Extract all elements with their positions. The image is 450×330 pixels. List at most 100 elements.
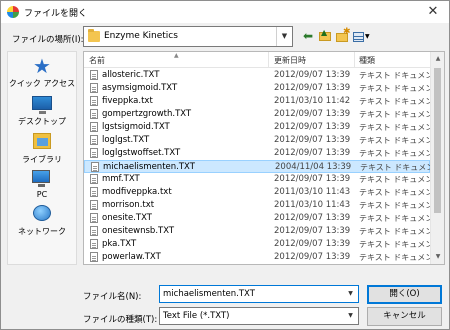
file-type: テキスト ドキュメント (359, 84, 442, 93)
sidebar-item-pc[interactable]: PC (8, 168, 76, 202)
text-file-icon (90, 96, 98, 106)
close-icon[interactable]: ✕ (425, 4, 441, 20)
file-row[interactable]: allosteric.TXT 2012/09/07 13:39 テキスト ドキュメン… (84, 69, 441, 82)
open-file-dialog: ファイルを開く ✕ ファイルの場所(I): Enzyme Kinetics ▼ … (0, 0, 450, 330)
sidebar-item-label: デスクトップ (18, 117, 66, 126)
cancel-button[interactable]: キャンセル (367, 307, 442, 326)
file-row[interactable]: modfiveppka.txt 2011/03/10 11:43 テキスト ドキュメ… (84, 186, 441, 199)
column-divider[interactable] (354, 52, 355, 68)
file-date: 2012/09/07 13:39 (274, 109, 351, 119)
sidebar-item-label: クイック アクセス (8, 79, 76, 88)
file-name: lgstsigmoid.TXT (102, 122, 170, 132)
file-date: 2012/09/07 13:39 (274, 148, 351, 158)
sort-ascending-icon: ▲ (174, 52, 179, 59)
desktop-icon (32, 96, 52, 114)
window-title: ファイルを開く (24, 9, 88, 19)
column-divider[interactable] (268, 52, 269, 68)
file-name: asymsigmoid.TXT (102, 83, 178, 93)
column-header-date[interactable]: 更新日時 (274, 55, 306, 66)
text-file-icon (90, 213, 98, 223)
file-date: 2012/09/07 13:39 (274, 252, 351, 262)
sidebar-item-network[interactable]: ネットワーク (8, 204, 76, 238)
file-date: 2012/09/07 13:39 (274, 174, 351, 184)
file-row[interactable]: michaelismenten.TXT 2004/11/04 13:39 テキスト … (84, 160, 442, 173)
app-icon (7, 6, 19, 18)
scroll-down-icon[interactable]: ▼ (431, 250, 444, 264)
file-row[interactable]: powerlaw.TXT 2012/09/07 13:39 テキスト ドキュメント (84, 251, 441, 264)
file-type: テキスト ドキュメント (359, 201, 442, 210)
file-type: テキスト ドキュメント (359, 214, 442, 223)
text-file-icon (90, 122, 98, 132)
text-file-icon (90, 70, 98, 80)
chevron-down-icon[interactable]: ▼ (343, 286, 358, 302)
file-type-select[interactable]: Text File (*.TXT) ▼ (159, 307, 359, 325)
file-row[interactable]: loglgst.TXT 2012/09/07 13:39 テキスト ドキュメント (84, 134, 441, 147)
file-name: morrison.txt (102, 200, 155, 210)
scroll-up-icon[interactable]: ▲ (431, 52, 444, 66)
file-name: loglgst.TXT (102, 135, 150, 145)
open-button[interactable]: 開く(O) (367, 285, 442, 304)
file-row[interactable]: pka.TXT 2012/09/07 13:39 テキスト ドキュメント (84, 238, 441, 251)
file-type: テキスト ドキュメント (359, 175, 442, 184)
file-type: テキスト ドキュメント (359, 136, 442, 145)
file-name: powerlaw.TXT (102, 252, 161, 262)
back-arrow-icon[interactable]: ⬅ (301, 28, 315, 45)
file-name: modfiveppka.txt (102, 187, 172, 197)
file-name-label: ファイル名(N): (83, 292, 142, 302)
chevron-down-icon[interactable]: ▼ (276, 27, 292, 46)
file-row[interactable]: gompertzgrowth.TXT 2012/09/07 13:39 テキスト ド… (84, 108, 441, 121)
file-name: onesitewnsb.TXT (102, 226, 175, 236)
chevron-down-icon[interactable]: ▼ (343, 308, 358, 324)
new-folder-icon[interactable]: ✱ (335, 27, 351, 45)
file-name: gompertzgrowth.TXT (102, 109, 192, 119)
file-row[interactable]: fiveppka.txt 2011/03/10 11:42 テキスト ドキュメント (84, 95, 441, 108)
look-in-label: ファイルの場所(I): (12, 35, 84, 45)
file-row[interactable]: asymsigmoid.TXT 2012/09/07 13:39 テキスト ドキュメ… (84, 82, 441, 95)
sidebar-item-label: PC (36, 190, 48, 199)
text-file-icon (90, 135, 98, 145)
file-date: 2012/09/07 13:39 (274, 213, 351, 223)
text-file-icon (90, 200, 98, 210)
file-name: onesite.TXT (102, 213, 152, 223)
sidebar-item-label: ネットワーク (18, 227, 66, 236)
folder-icon (88, 29, 100, 42)
file-name: pka.TXT (102, 239, 137, 249)
scroll-thumb[interactable] (434, 68, 441, 213)
file-row[interactable]: lgstsigmoid.TXT 2012/09/07 13:39 テキスト ドキュメ… (84, 121, 441, 134)
view-menu-icon[interactable]: ▼ (352, 28, 372, 45)
file-date: 2012/09/07 13:39 (274, 226, 351, 236)
vertical-scrollbar[interactable]: ▲ ▼ (430, 52, 444, 264)
file-date: 2012/09/07 13:39 (274, 135, 351, 145)
file-row[interactable]: morrison.txt 2011/03/10 11:43 テキスト ドキュメント (84, 199, 441, 212)
file-date: 2012/09/07 13:39 (274, 239, 351, 249)
file-row[interactable]: onesite.TXT 2012/09/07 13:39 テキスト ドキュメント (84, 212, 441, 225)
column-header-type[interactable]: 種類 (359, 55, 375, 66)
look-in-dropdown[interactable]: Enzyme Kinetics ▼ (83, 26, 293, 47)
look-in-value: Enzyme Kinetics (104, 31, 178, 41)
text-file-icon (91, 162, 99, 172)
text-file-icon (90, 109, 98, 119)
file-list[interactable]: 名前 ▲ 更新日時 種類 allosteric.TXT 2012/09/07 13… (83, 51, 445, 265)
sidebar-item-desktop[interactable]: デスクトップ (8, 94, 76, 128)
file-row[interactable]: onesitewnsb.TXT 2012/09/07 13:39 テキスト ドキュメ… (84, 225, 441, 238)
sidebar-item-quick-access[interactable]: ★ クイック アクセス (8, 56, 76, 90)
title-bar: ファイルを開く ✕ (1, 1, 449, 23)
text-file-icon (90, 174, 98, 184)
sidebar-item-library[interactable]: ライブラリ (8, 132, 76, 166)
file-date: 2012/09/07 13:39 (274, 83, 351, 93)
file-type: テキスト ドキュメント (359, 253, 442, 262)
file-type-value: Text File (*.TXT) (163, 311, 230, 321)
column-header-name[interactable]: 名前 (89, 55, 105, 66)
file-row[interactable]: loglgstwoffset.TXT 2012/09/07 13:39 テキスト ド… (84, 147, 441, 160)
file-row[interactable]: mmf.TXT 2012/09/07 13:39 テキスト ドキュメント (84, 173, 441, 186)
up-folder-icon[interactable]: ▲ (318, 28, 332, 45)
file-date: 2011/03/10 11:42 (274, 96, 351, 106)
network-icon (33, 205, 51, 221)
file-name-input[interactable]: michaelismenten.TXT ▼ (159, 285, 359, 303)
file-type: テキスト ドキュメント (359, 110, 442, 119)
file-type: テキスト ドキュメント (359, 71, 442, 80)
file-date: 2011/03/10 11:43 (274, 187, 351, 197)
file-date: 2012/09/07 13:39 (274, 70, 351, 80)
column-header-row: 名前 ▲ 更新日時 種類 (84, 52, 430, 68)
file-type: テキスト ドキュメント (359, 123, 442, 132)
